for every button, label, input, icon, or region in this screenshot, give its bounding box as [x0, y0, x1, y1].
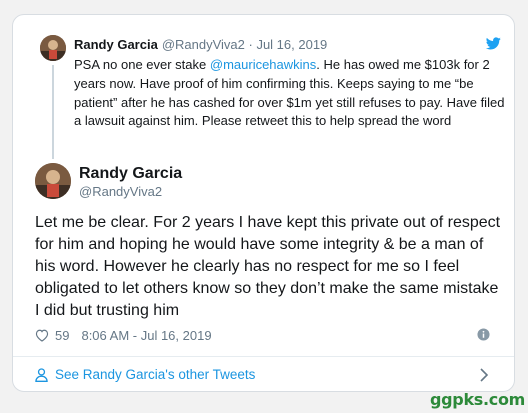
quoted-author-name[interactable]: Randy Garcia: [74, 37, 158, 52]
tweet-timestamp[interactable]: 8:06 AM - Jul 16, 2019: [81, 328, 211, 343]
author-handle[interactable]: @RandyViva2: [79, 184, 162, 199]
author-name[interactable]: Randy Garcia: [79, 165, 182, 183]
heart-icon[interactable]: [35, 329, 49, 342]
see-other-tweets-label[interactable]: See Randy Garcia's other Tweets: [55, 367, 255, 382]
quoted-header: Randy Garcia @RandyViva2 · Jul 16, 2019: [74, 37, 327, 52]
thread-line: [52, 65, 54, 159]
see-other-tweets-link[interactable]: See Randy Garcia's other Tweets: [13, 357, 514, 391]
person-icon: [35, 368, 48, 382]
info-icon[interactable]: [477, 328, 490, 341]
twitter-bird-icon[interactable]: [486, 37, 501, 50]
site-watermark: ggpks.com: [430, 390, 526, 409]
quoted-handle-date[interactable]: @RandyViva2 · Jul 16, 2019: [162, 37, 327, 52]
mention-link[interactable]: @mauricehawkins: [210, 57, 316, 72]
tweet-actions: 59 8:06 AM - Jul 16, 2019: [35, 326, 212, 344]
embedded-tweet-card: Randy Garcia @RandyViva2 · Jul 16, 2019 P…: [12, 14, 515, 392]
like-count[interactable]: 59: [55, 328, 69, 343]
quoted-tweet-text: PSA no one ever stake @mauricehawkins. H…: [74, 56, 506, 131]
chevron-right-icon[interactable]: [479, 367, 489, 383]
quoted-text-before: PSA no one ever stake: [74, 57, 210, 72]
quoted-avatar[interactable]: [40, 35, 66, 61]
author-avatar[interactable]: [35, 163, 71, 199]
tweet-text: Let me be clear. For 2 years I have kept…: [35, 214, 501, 319]
